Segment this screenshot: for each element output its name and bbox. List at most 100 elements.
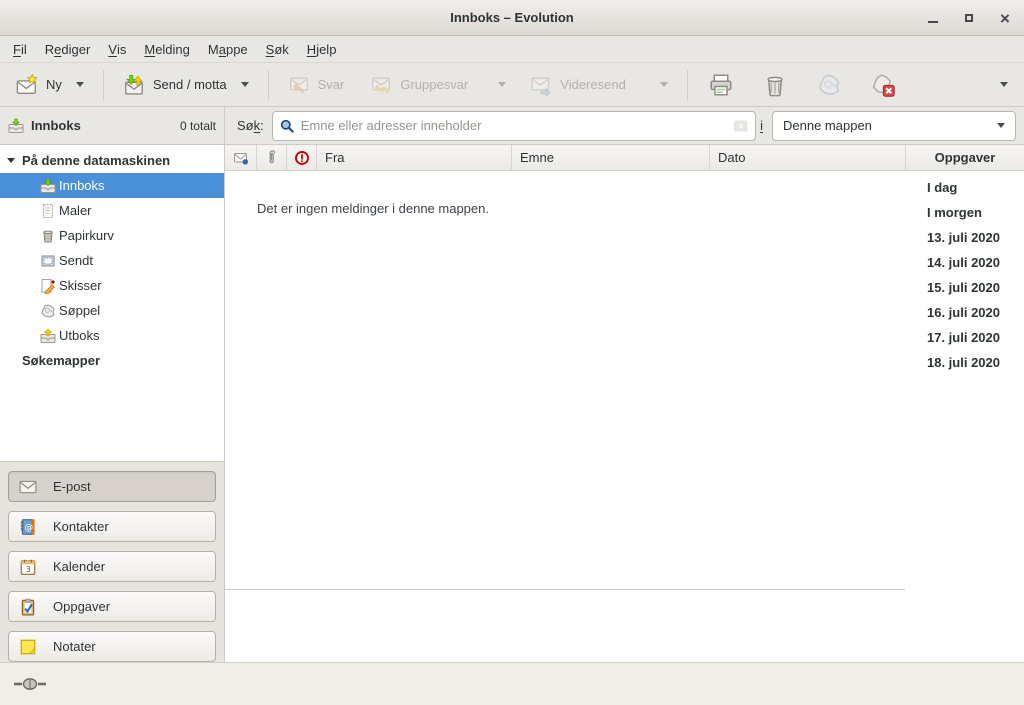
message-list-body[interactable]: Det er ingen meldinger i denne mappen. bbox=[225, 171, 905, 590]
forward-label: Videresend bbox=[560, 77, 626, 92]
close-icon: × bbox=[1000, 10, 1010, 27]
forward-icon bbox=[530, 74, 552, 96]
task-date-row[interactable]: 14. juli 2020 bbox=[905, 250, 1024, 275]
maximize-button[interactable] bbox=[958, 7, 980, 29]
switcher-button[interactable]: E-post bbox=[8, 471, 216, 502]
column-subject[interactable]: Emne bbox=[512, 145, 710, 170]
forward-button[interactable]: Videresend bbox=[522, 68, 676, 102]
task-pane: Oppgaver I dag I morgen 13. juli 2020 bbox=[905, 145, 1024, 662]
menu-item-label-post: is bbox=[117, 42, 126, 57]
column-attachment[interactable] bbox=[257, 145, 287, 170]
delete-button[interactable] bbox=[753, 67, 797, 103]
switcher-button[interactable]: Kontakter bbox=[8, 511, 216, 542]
chevron-down-icon[interactable] bbox=[660, 82, 668, 87]
menu-item-label-post: jelp bbox=[316, 42, 336, 57]
switcher-label: Oppgaver bbox=[53, 599, 110, 614]
folder-label: Maler bbox=[59, 203, 92, 218]
search-input-wrap[interactable] bbox=[272, 111, 756, 141]
not-junk-icon bbox=[871, 73, 895, 97]
window-title: Innboks – Evolution bbox=[0, 0, 1024, 36]
chevron-down-icon[interactable] bbox=[76, 82, 84, 87]
task-date-label: I morgen bbox=[927, 205, 982, 220]
task-date-row[interactable]: 18. juli 2020 bbox=[905, 350, 1024, 375]
group-reply-label: Gruppesvar bbox=[400, 77, 468, 92]
clear-search-icon[interactable] bbox=[733, 118, 749, 134]
close-button[interactable]: × bbox=[994, 7, 1016, 29]
menu-item-label-post: diger bbox=[61, 42, 90, 57]
toolbar-separator bbox=[687, 70, 688, 100]
toolbar: Ny Send / motta Svar Gruppesvar Viderese… bbox=[0, 63, 1024, 107]
menu-item-label-post: øk bbox=[274, 42, 288, 57]
junk-icon bbox=[817, 73, 841, 97]
column-date[interactable]: Dato bbox=[710, 145, 905, 170]
column-priority[interactable] bbox=[287, 145, 317, 170]
folder-row[interactable]: Utboks bbox=[0, 323, 224, 348]
switcher-icon bbox=[19, 478, 37, 496]
preview-pane bbox=[225, 590, 905, 662]
search-input[interactable] bbox=[301, 118, 727, 133]
folder-row[interactable]: Skisser bbox=[0, 273, 224, 298]
new-message-button[interactable]: Ny bbox=[8, 68, 92, 102]
toolbar-overflow-button[interactable] bbox=[986, 82, 1016, 87]
reply-button[interactable]: Svar bbox=[280, 68, 353, 102]
task-date-row[interactable]: 16. juli 2020 bbox=[905, 300, 1024, 325]
menu-item[interactable]: Mappe bbox=[199, 36, 257, 62]
message-list-header: Fra Emne Dato bbox=[225, 145, 905, 171]
reply-icon bbox=[288, 74, 310, 96]
folder-row[interactable]: Innboks bbox=[0, 173, 224, 198]
task-date-row[interactable]: I dag bbox=[905, 175, 1024, 200]
folder-tree: På denne datamaskinen Innboks Maler bbox=[0, 145, 224, 381]
column-from[interactable]: Fra bbox=[317, 145, 512, 170]
menu-item[interactable]: Vis bbox=[99, 36, 135, 62]
task-date-row[interactable]: I morgen bbox=[905, 200, 1024, 225]
tree-root-search-folders[interactable]: Søkemapper bbox=[0, 348, 224, 373]
tree-root-on-this-computer[interactable]: På denne datamaskinen bbox=[0, 148, 224, 173]
folder-row[interactable]: Sendt bbox=[0, 248, 224, 273]
window-controls: × bbox=[922, 0, 1016, 36]
print-button[interactable] bbox=[699, 67, 743, 103]
not-junk-button[interactable] bbox=[861, 67, 905, 103]
menu-item[interactable]: Hjelp bbox=[298, 36, 346, 62]
folder-icon bbox=[40, 303, 56, 319]
switcher-button[interactable]: Kalender bbox=[8, 551, 216, 582]
switcher-button[interactable]: Notater bbox=[8, 631, 216, 662]
group-reply-button[interactable]: Gruppesvar bbox=[362, 68, 514, 102]
chevron-down-icon[interactable] bbox=[241, 82, 249, 87]
switcher-label: Kontakter bbox=[53, 519, 109, 534]
folder-row[interactable]: Søppel bbox=[0, 298, 224, 323]
chevron-down-icon bbox=[997, 123, 1005, 128]
menu-item-label-post: il bbox=[21, 42, 27, 57]
menu-item[interactable]: Fil bbox=[4, 36, 36, 62]
junk-button[interactable] bbox=[807, 67, 851, 103]
column-message-status[interactable] bbox=[225, 145, 257, 170]
folder-label: Søppel bbox=[59, 303, 100, 318]
task-date-row[interactable]: 13. juli 2020 bbox=[905, 225, 1024, 250]
folder-label: Sendt bbox=[59, 253, 93, 268]
menu-item[interactable]: Søk bbox=[257, 36, 298, 62]
switcher-icon bbox=[19, 598, 37, 616]
search-scope-select[interactable]: Denne mappen bbox=[772, 111, 1016, 141]
send-receive-label: Send / motta bbox=[153, 77, 227, 92]
menu-item[interactable]: Melding bbox=[135, 36, 199, 62]
reply-label: Svar bbox=[318, 77, 345, 92]
minimize-button[interactable] bbox=[922, 7, 944, 29]
switcher-label: Kalender bbox=[53, 559, 105, 574]
task-date-row[interactable]: 17. juli 2020 bbox=[905, 325, 1024, 350]
attachment-icon bbox=[264, 150, 280, 166]
message-list-pane: Fra Emne Dato Det er ingen meldinger i d… bbox=[225, 145, 905, 662]
menu-item-label-accel: S bbox=[266, 42, 275, 57]
expander-triangle-icon[interactable] bbox=[7, 158, 15, 163]
menu-item[interactable]: Rediger bbox=[36, 36, 100, 62]
task-date-row[interactable]: 15. juli 2020 bbox=[905, 275, 1024, 300]
folder-row[interactable]: Maler bbox=[0, 198, 224, 223]
search-label: Søk: bbox=[237, 118, 264, 133]
task-pane-header[interactable]: Oppgaver bbox=[905, 145, 1024, 171]
online-status-plug-icon[interactable] bbox=[14, 676, 46, 692]
folder-row[interactable]: Papirkurv bbox=[0, 223, 224, 248]
menu-item-label-post: elding bbox=[155, 42, 190, 57]
send-receive-button[interactable]: Send / motta bbox=[115, 68, 257, 102]
switcher-button[interactable]: Oppgaver bbox=[8, 591, 216, 622]
menu-item-label-accel: H bbox=[307, 42, 316, 57]
main-area: På denne datamaskinen Innboks Maler bbox=[0, 145, 1024, 662]
chevron-down-icon[interactable] bbox=[498, 82, 506, 87]
